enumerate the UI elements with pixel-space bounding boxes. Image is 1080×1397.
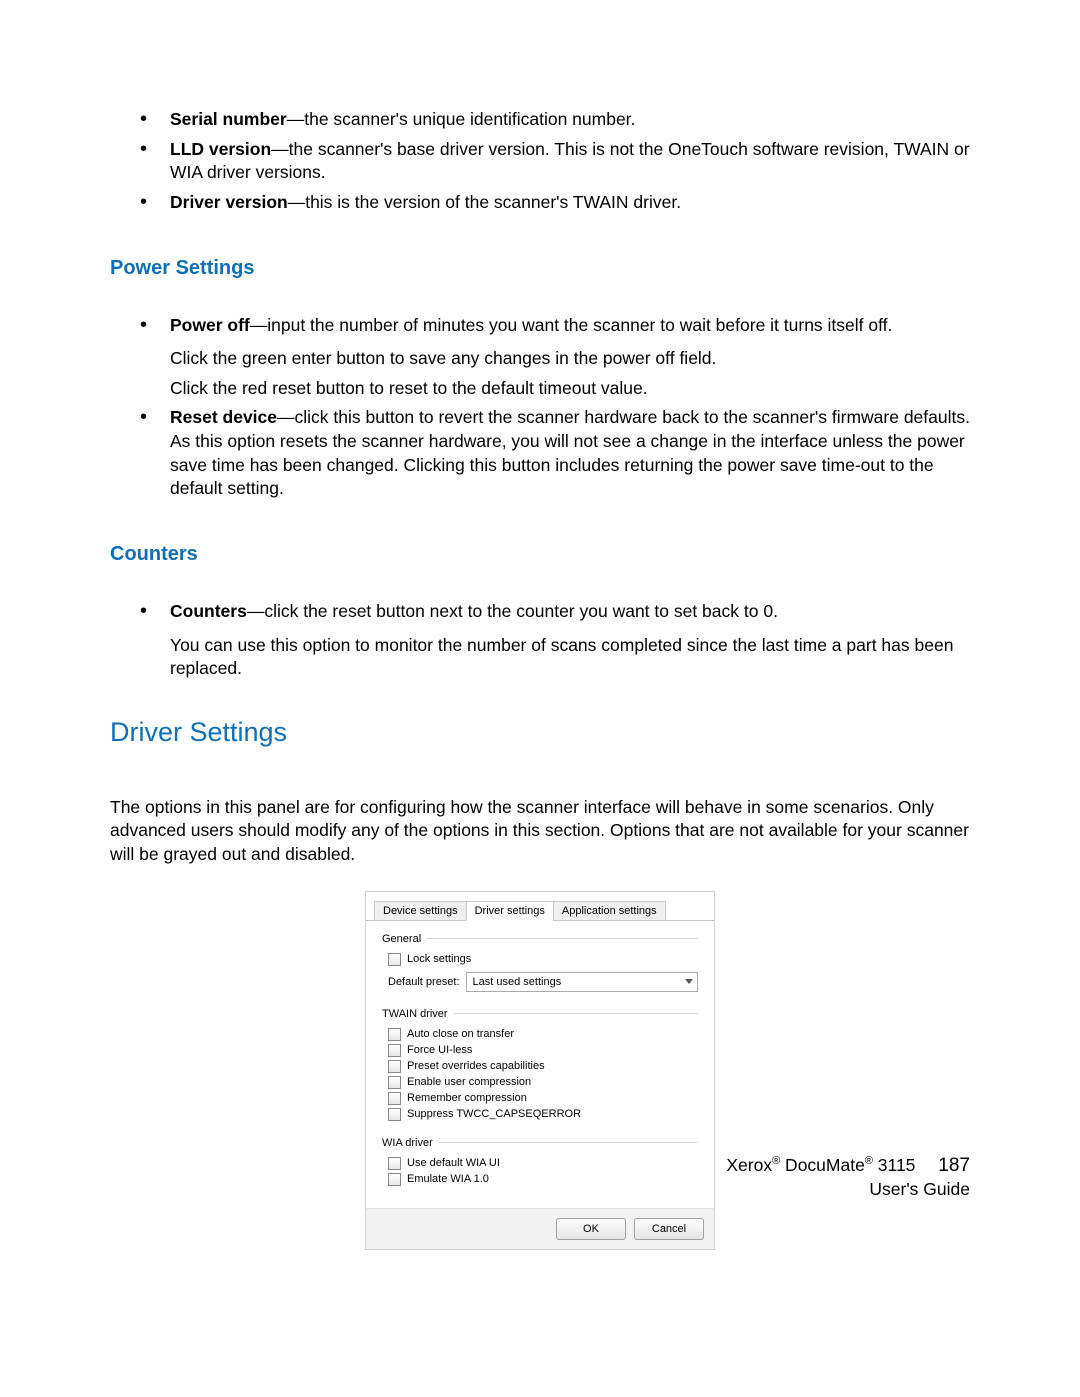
group-title: WIA driver — [382, 1137, 439, 1149]
list-item: LLD version—the scanner's base driver ve… — [140, 138, 970, 185]
list-item: Power off—input the number of minutes yo… — [140, 314, 970, 401]
default-preset-combo[interactable]: Last used settings — [466, 972, 698, 992]
term-driver-version: Driver version — [170, 192, 288, 212]
term-desc: —click the reset button next to the coun… — [247, 601, 778, 621]
checkbox-label: Enable user compression — [407, 1076, 531, 1088]
group-title: General — [382, 933, 427, 945]
checkbox-emulate-wia[interactable] — [388, 1173, 401, 1186]
driver-settings-dialog: Device settings Driver settings Applicat… — [365, 891, 715, 1250]
power-list: Power off—input the number of minutes yo… — [110, 314, 970, 501]
intro-text: The options in this panel are for config… — [110, 796, 970, 867]
term-desc: —the scanner's unique identification num… — [287, 109, 636, 129]
group-wia: WIA driver Use default WIA UI Emulate WI… — [382, 1137, 698, 1186]
counters-list: Counters—click the reset button next to … — [110, 600, 970, 681]
body-text: Click the red reset button to reset to t… — [170, 377, 970, 401]
footer-brand: Xerox — [726, 1155, 772, 1175]
divider — [427, 938, 698, 939]
reg-mark: ® — [865, 1155, 873, 1167]
definitions-list: Serial number—the scanner's unique ident… — [110, 108, 970, 215]
reg-mark: ® — [772, 1155, 780, 1167]
page-footer: Xerox® DocuMate® 3115 187 User's Guide — [726, 1153, 970, 1202]
tab-bar: Device settings Driver settings Applicat… — [366, 892, 714, 921]
divider — [439, 1142, 698, 1143]
list-item: Reset device—click this button to revert… — [140, 406, 970, 501]
checkbox-preset-overrides[interactable] — [388, 1060, 401, 1073]
list-item: Counters—click the reset button next to … — [140, 600, 970, 681]
term-desc: —this is the version of the scanner's TW… — [288, 192, 681, 212]
tab-application-settings[interactable]: Application settings — [553, 901, 666, 920]
checkbox-label: Suppress TWCC_CAPSEQERROR — [407, 1108, 581, 1120]
list-item: Serial number—the scanner's unique ident… — [140, 108, 970, 132]
checkbox-label: Force UI-less — [407, 1044, 472, 1056]
tab-driver-settings[interactable]: Driver settings — [466, 901, 554, 921]
term-reset-device: Reset device — [170, 407, 277, 427]
term-desc: —input the number of minutes you want th… — [250, 315, 893, 335]
heading-counters: Counters — [110, 543, 970, 566]
heading-driver-settings: Driver Settings — [110, 717, 970, 748]
checkbox-lock-settings[interactable] — [388, 953, 401, 966]
group-twain: TWAIN driver Auto close on transfer Forc… — [382, 1008, 698, 1121]
heading-power-settings: Power Settings — [110, 257, 970, 280]
preset-label: Default preset: — [388, 976, 460, 988]
cancel-button[interactable]: Cancel — [634, 1218, 704, 1240]
checkbox-label: Emulate WIA 1.0 — [407, 1173, 489, 1185]
checkbox-label: Preset overrides capabilities — [407, 1060, 545, 1072]
checkbox-label: Remember compression — [407, 1092, 527, 1104]
term-power-off: Power off — [170, 315, 250, 335]
divider — [454, 1013, 698, 1014]
chevron-down-icon — [685, 979, 693, 984]
page-number: 187 — [938, 1153, 970, 1179]
ok-button[interactable]: OK — [556, 1218, 626, 1240]
list-item: Driver version—this is the version of th… — [140, 191, 970, 215]
checkbox-suppress-twcc[interactable] — [388, 1108, 401, 1121]
checkbox-label: Auto close on transfer — [407, 1028, 514, 1040]
group-title: TWAIN driver — [382, 1008, 454, 1020]
body-text: Click the green enter button to save any… — [170, 347, 970, 371]
checkbox-label: Use default WIA UI — [407, 1157, 500, 1169]
checkbox-default-wia-ui[interactable] — [388, 1157, 401, 1170]
combo-value: Last used settings — [473, 976, 562, 988]
checkbox-label: Lock settings — [407, 953, 471, 965]
footer-model: 3115 — [873, 1155, 916, 1175]
term-desc: —click this button to revert the scanner… — [170, 407, 970, 498]
group-general: General Lock settings Default preset: La… — [382, 933, 698, 992]
checkbox-auto-close[interactable] — [388, 1028, 401, 1041]
term-serial-number: Serial number — [170, 109, 287, 129]
term-desc: —the scanner's base driver version. This… — [170, 139, 970, 183]
footer-guide: User's Guide — [726, 1178, 970, 1202]
term-counters: Counters — [170, 601, 247, 621]
term-lld-version: LLD version — [170, 139, 271, 159]
footer-product: DocuMate — [780, 1155, 865, 1175]
tab-device-settings[interactable]: Device settings — [374, 901, 467, 920]
checkbox-force-uiless[interactable] — [388, 1044, 401, 1057]
body-text: You can use this option to monitor the n… — [170, 634, 970, 681]
checkbox-remember-compression[interactable] — [388, 1092, 401, 1105]
checkbox-enable-compression[interactable] — [388, 1076, 401, 1089]
